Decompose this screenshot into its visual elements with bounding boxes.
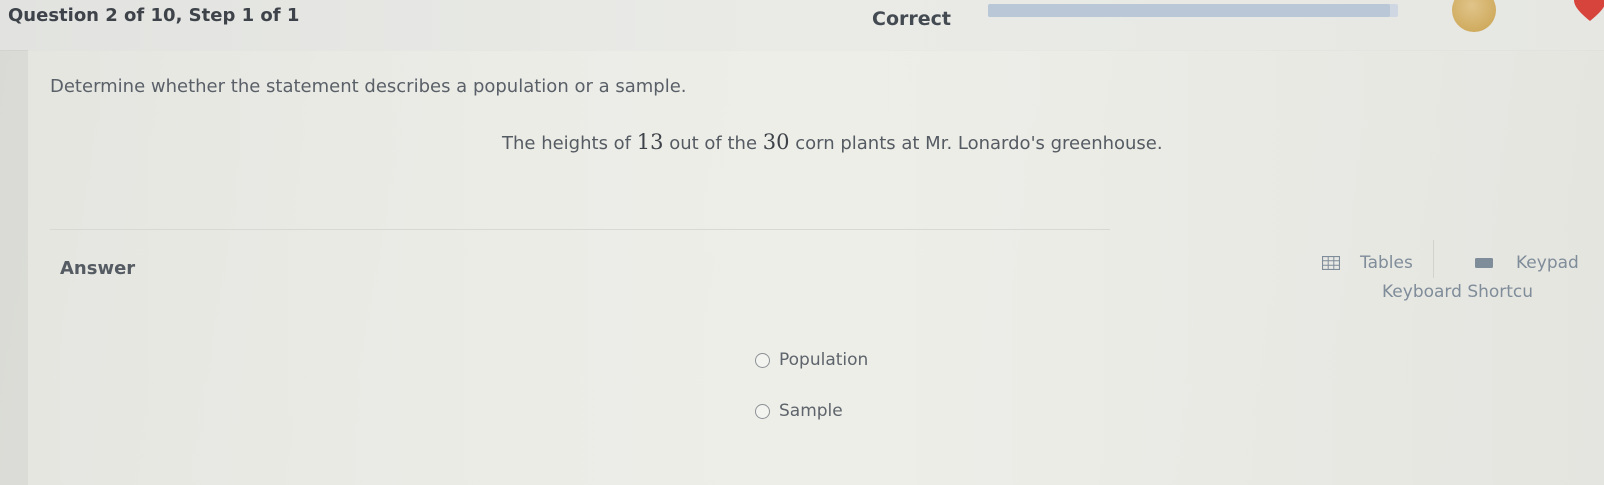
tables-label: Tables [1360, 253, 1413, 273]
radio-population[interactable] [755, 352, 770, 368]
top-bar: Question 2 of 10, Step 1 of 1 Correct [0, 0, 1604, 51]
section-divider [50, 229, 1110, 230]
option-sample[interactable]: Sample [755, 401, 843, 421]
tool-separator [1433, 240, 1434, 278]
heart-icon[interactable] [1573, 0, 1604, 22]
question-instruction: Determine whether the statement describe… [50, 76, 687, 97]
question-step-title: Question 2 of 10, Step 1 of 1 [8, 5, 300, 26]
table-icon [1322, 256, 1340, 270]
statement-number-13: 13 [636, 130, 664, 154]
tables-button[interactable]: Tables [1322, 248, 1413, 278]
status-label: Correct [872, 8, 951, 30]
statement-middle: out of the [663, 133, 763, 154]
keypad-button[interactable]: Keypad [1474, 248, 1579, 278]
progress-bar-fill [988, 4, 1390, 17]
option-population[interactable]: Population [755, 350, 868, 370]
statement-suffix: corn plants at Mr. Lonardo's greenhouse. [789, 133, 1163, 154]
option-population-label: Population [779, 350, 869, 370]
keyboard-shortcuts-link[interactable]: Keyboard Shortcu [1382, 282, 1533, 302]
option-sample-label: Sample [779, 401, 843, 421]
keyboard-icon [1475, 258, 1493, 268]
statement-number-30: 30 [762, 130, 790, 154]
keypad-label: Keypad [1516, 253, 1579, 273]
answer-label: Answer [60, 258, 136, 279]
statement-prefix: The heights of [502, 133, 637, 154]
question-statement: The heights of 13 out of the 30 corn pla… [502, 130, 1163, 154]
radio-sample[interactable] [755, 403, 770, 419]
avatar[interactable] [1452, 0, 1496, 32]
progress-bar [988, 4, 1398, 17]
